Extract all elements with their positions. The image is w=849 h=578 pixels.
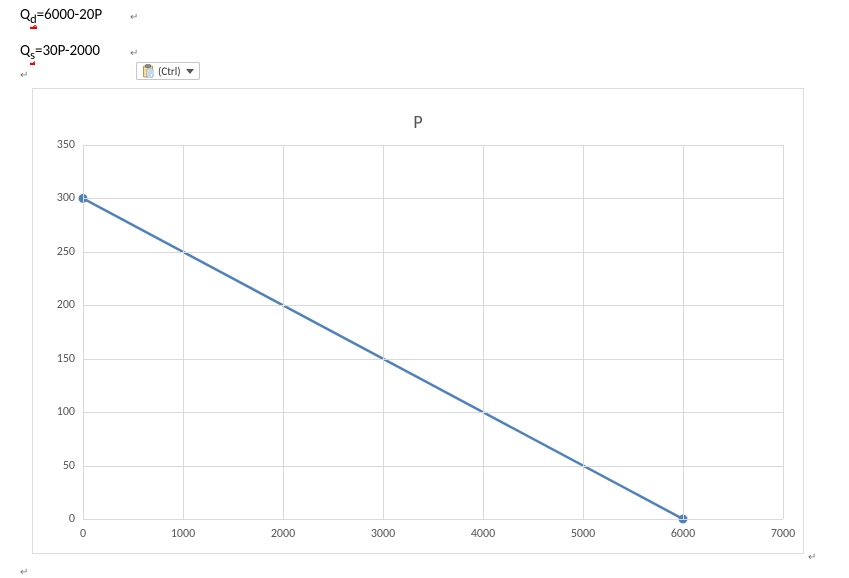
x-axis-tick-label: 0 <box>80 527 86 541</box>
return-glyph: ↵ <box>130 10 138 23</box>
grid-line-h <box>83 305 783 306</box>
grid-line-h <box>83 359 783 360</box>
return-glyph: ↵ <box>130 46 138 59</box>
chart[interactable]: P 05010015020025030035001000200030004000… <box>32 88 804 554</box>
x-axis-tick-label: 3000 <box>371 527 395 541</box>
x-axis-tick-label: 4000 <box>471 527 495 541</box>
grid-line-v <box>583 145 584 519</box>
y-axis-tick-label: 200 <box>45 298 75 312</box>
x-axis-tick-label: 6000 <box>671 527 695 541</box>
equation-1: Qd=6000-20P <box>20 6 102 27</box>
y-axis-tick-label: 50 <box>45 459 75 473</box>
y-axis-tick-label: 0 <box>45 512 75 526</box>
grid-line-h <box>83 252 783 253</box>
return-glyph: ↵ <box>20 68 28 81</box>
grid-line-v <box>783 145 784 519</box>
x-axis-tick-label: 2000 <box>271 527 295 541</box>
grid-line-h <box>83 466 783 467</box>
chart-line <box>83 145 783 519</box>
y-axis-tick-label: 300 <box>45 191 75 205</box>
clipboard-icon <box>142 64 154 78</box>
grid-line-v <box>383 145 384 519</box>
paste-options-label: (Ctrl) <box>158 65 181 78</box>
grid-line-v <box>283 145 284 519</box>
grid-line-h <box>83 145 783 146</box>
grid-line-v <box>483 145 484 519</box>
x-axis-tick-label: 1000 <box>171 527 195 541</box>
y-axis-tick-label: 150 <box>45 352 75 366</box>
x-axis-tick-label: 7000 <box>771 527 795 541</box>
y-axis-tick-label: 100 <box>45 405 75 419</box>
y-axis-tick-label: 250 <box>45 245 75 259</box>
x-axis-tick-label: 5000 <box>571 527 595 541</box>
y-axis-tick-label: 350 <box>45 138 75 152</box>
grid-line-v <box>183 145 184 519</box>
grid-line-h <box>83 519 783 520</box>
plot-area: 0501001502002503003500100020003000400050… <box>83 145 783 519</box>
grid-line-v <box>683 145 684 519</box>
equation-2: Qs=30P-2000 <box>20 42 100 63</box>
grid-line-h <box>83 412 783 413</box>
paste-options-button[interactable]: (Ctrl) <box>136 62 200 80</box>
grid-line-v <box>83 145 84 519</box>
chart-title: P <box>33 111 803 133</box>
return-glyph: ↵ <box>808 550 816 563</box>
chevron-down-icon <box>186 69 194 74</box>
grid-line-h <box>83 198 783 199</box>
return-glyph: ↵ <box>20 565 28 578</box>
